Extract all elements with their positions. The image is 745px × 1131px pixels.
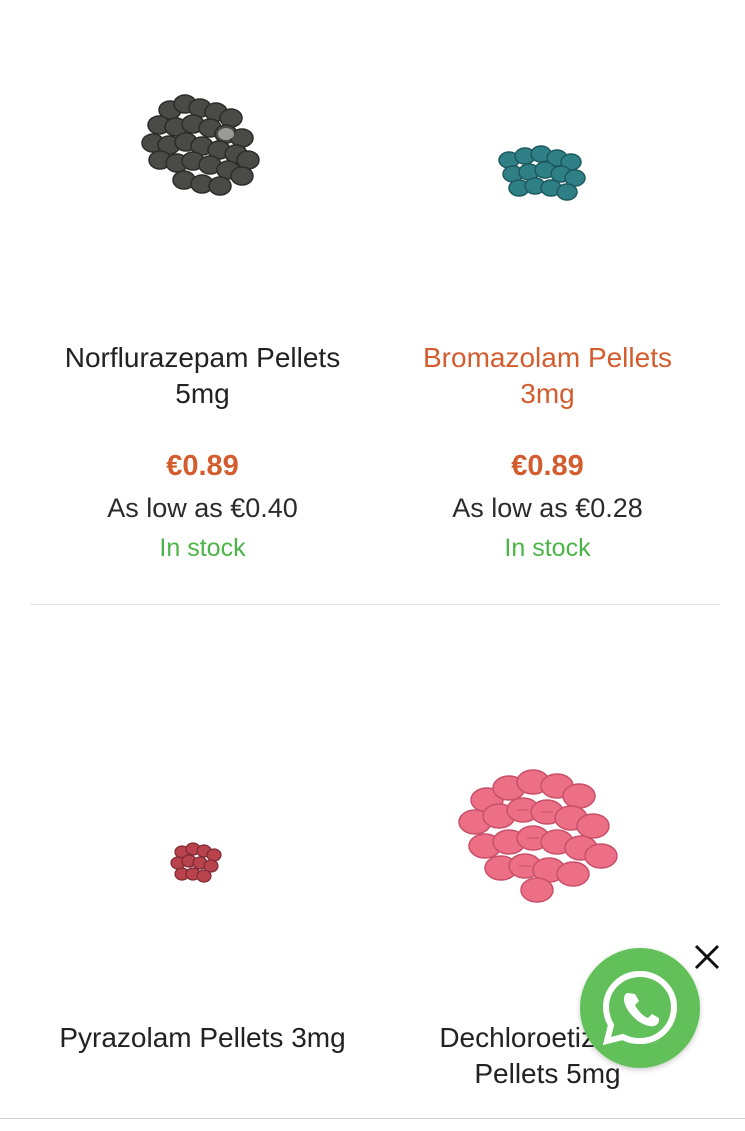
product-name[interactable]: Norflurazepam Pellets 5mg (50, 340, 355, 412)
product-price: €0.89 (166, 450, 239, 482)
whatsapp-button[interactable] (580, 948, 700, 1068)
product-image[interactable] (30, 0, 375, 330)
product-low-price: As low as €0.40 (107, 493, 298, 523)
whatsapp-icon (602, 970, 678, 1046)
product-name[interactable]: Pyrazolam Pellets 3mg (50, 1020, 355, 1056)
close-button[interactable] (690, 940, 724, 974)
product-name[interactable]: Bromazolam Pellets 3mg (395, 340, 700, 412)
product-low-price: As low as €0.28 (452, 493, 643, 523)
stock-status: In stock (504, 534, 591, 562)
product-image[interactable] (30, 620, 375, 1010)
stock-status: In stock (159, 534, 246, 562)
product-card[interactable]: Pyrazolam Pellets 3mg (30, 620, 375, 1056)
bottom-divider (0, 1118, 745, 1119)
product-card[interactable]: Norflurazepam Pellets 5mg €0.89 As low a… (30, 0, 375, 564)
product-image[interactable] (375, 0, 720, 330)
row-divider (30, 604, 720, 605)
product-price: €0.89 (511, 450, 584, 482)
product-card[interactable]: Bromazolam Pellets 3mg €0.89 As low as €… (375, 0, 720, 564)
close-icon (694, 944, 720, 970)
